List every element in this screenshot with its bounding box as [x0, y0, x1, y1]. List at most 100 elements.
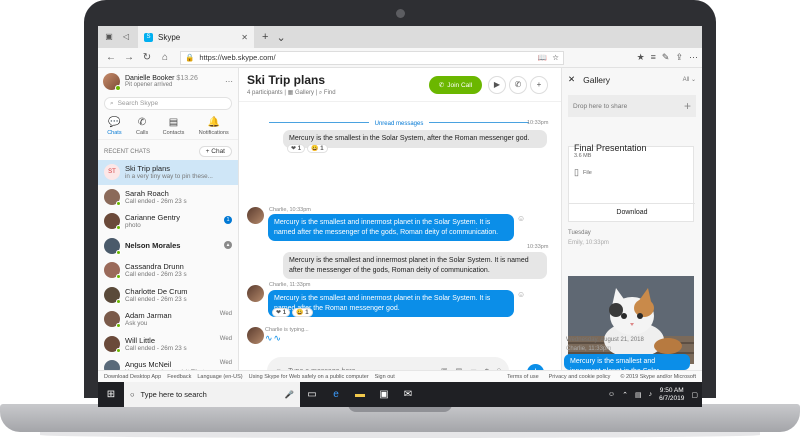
- chat-list-item[interactable]: Charlotte De Crum Call ended - 26m 23 s: [98, 283, 238, 308]
- tab-contacts[interactable]: ▤ Contacts: [163, 117, 185, 136]
- chat-name: Adam Jarman: [125, 311, 172, 321]
- avatar: [104, 311, 121, 329]
- chat-name: Will Little: [125, 335, 156, 345]
- find-link[interactable]: Find: [324, 90, 336, 96]
- smile-reaction[interactable]: 😀 1: [307, 144, 328, 153]
- profile[interactable]: Danielle Booker $13.26 Pit opener arrived…: [98, 68, 238, 95]
- store-icon[interactable]: ▣: [372, 389, 396, 400]
- taskbar-search-input[interactable]: ○ Type here to search 🎤: [124, 382, 300, 407]
- avatar[interactable]: [103, 73, 121, 91]
- file-card[interactable]: Final Presentation 3.6 MB ▯ File Download: [568, 143, 695, 222]
- sidebar: Danielle Booker $13.26 Pit opener arrived…: [98, 68, 239, 378]
- home-icon[interactable]: ⌂: [156, 52, 174, 63]
- video-call-icon[interactable]: ▶: [488, 76, 506, 94]
- search-input[interactable]: ⌕ Search Skype: [104, 97, 232, 110]
- footer-link[interactable]: Using Skype for Web safely on a public c…: [249, 374, 369, 380]
- reading-list-icon[interactable]: ≡: [651, 52, 656, 63]
- more-icon[interactable]: ⋯: [689, 52, 698, 63]
- footer-link[interactable]: Feedback: [167, 374, 191, 380]
- chat-list-item[interactable]: Carianne Gentry photo 1: [98, 209, 238, 234]
- reaction-icon[interactable]: ☺: [517, 290, 525, 299]
- participants-count[interactable]: 4 participants: [247, 90, 283, 96]
- share-icon[interactable]: ⇪: [675, 52, 683, 63]
- address-bar[interactable]: 🔒 https://web.skype.com/ 📖 ☆: [180, 50, 564, 65]
- heart-reaction[interactable]: ❤ 1: [287, 144, 306, 153]
- more-options-icon[interactable]: ⋯: [225, 77, 233, 86]
- avatar[interactable]: [247, 207, 264, 224]
- action-center-icon[interactable]: ▢: [691, 391, 698, 399]
- base-shadow: [40, 432, 760, 438]
- browser-navbar: ← → ↻ ⌂ 🔒 https://web.skype.com/ 📖 ☆ ★ ≡…: [98, 48, 702, 68]
- add-icon[interactable]: +: [684, 99, 691, 113]
- gallery-link[interactable]: Gallery: [295, 90, 314, 96]
- avatar[interactable]: [247, 285, 264, 302]
- chat-list-item[interactable]: Sarah Roach Call ended - 26m 23 s: [98, 185, 238, 210]
- credit-amount: $13.26: [176, 75, 198, 82]
- volume-icon[interactable]: ♪: [649, 391, 653, 398]
- call-icon[interactable]: ✆: [509, 76, 527, 94]
- footer-link[interactable]: Sign out: [375, 374, 395, 380]
- new-tab-button[interactable]: +: [262, 31, 268, 43]
- chat-list-item[interactable]: ST Ski Trip plans in a very tiny way to pi…: [98, 160, 238, 185]
- join-call-button[interactable]: ✆ Join Call: [429, 76, 482, 94]
- unread-label: Unread messages: [368, 121, 430, 127]
- gallery-title: Gallery: [583, 74, 611, 85]
- chat-name: Angus McNeil: [125, 360, 172, 370]
- microphone-icon[interactable]: 🎤: [285, 390, 294, 399]
- footer-link[interactable]: Privacy and cookie policy: [549, 374, 611, 380]
- join-call-label: Join Call: [447, 81, 473, 89]
- conversation-title[interactable]: Ski Trip plans: [247, 73, 553, 87]
- conversation-header: Ski Trip plans 4 participants | ▦ Galler…: [239, 68, 561, 102]
- footer-link[interactable]: Download Desktop App: [104, 374, 161, 380]
- chat-list-item[interactable]: Nelson Morales ▴: [98, 234, 238, 259]
- tab-notifications[interactable]: 🔔 Notifications: [199, 117, 229, 136]
- people-icon[interactable]: ☺: [608, 391, 615, 398]
- task-view-icon[interactable]: ▭: [300, 389, 324, 400]
- download-button[interactable]: Download: [569, 203, 695, 221]
- file-explorer-icon[interactable]: ▬: [348, 389, 372, 400]
- message-sender: Charlie, 11:33pm: [269, 282, 311, 288]
- edge-icon[interactable]: e: [324, 389, 348, 400]
- avatar: [104, 335, 121, 353]
- new-chat-button[interactable]: + Chat: [198, 146, 232, 157]
- notes-icon[interactable]: ✎: [662, 52, 670, 63]
- chat-list-item[interactable]: Adam Jarman Ask you Wed: [98, 307, 238, 332]
- back-icon[interactable]: ←: [102, 52, 120, 63]
- chat-list-item[interactable]: Cassandra Drunn Call ended - 26m 23 s: [98, 258, 238, 283]
- chevron-up-icon[interactable]: ⌃: [622, 391, 628, 399]
- heart-reaction[interactable]: ❤ 1: [272, 308, 291, 317]
- forward-icon[interactable]: →: [120, 52, 138, 63]
- clock[interactable]: 9:50 AM 6/7/2019: [659, 387, 684, 403]
- browser-tab[interactable]: S Skype ✕: [138, 26, 254, 48]
- tab-back-icon[interactable]: ◁: [120, 32, 132, 42]
- smile-reaction[interactable]: 😀 1: [292, 308, 313, 317]
- message-bubble[interactable]: Mercury is the smallest and innermost pl…: [564, 354, 690, 370]
- reactions[interactable]: ❤ 1 😀 1: [272, 308, 313, 317]
- chat-time: Wed: [219, 311, 232, 317]
- reading-view-icon[interactable]: 📖: [538, 53, 547, 62]
- gallery-icon: ▦: [287, 90, 294, 96]
- favorite-icon[interactable]: ☆: [552, 53, 559, 62]
- tab-calls[interactable]: ✆ Calls: [136, 117, 148, 136]
- chat-list-item[interactable]: Will Little Call ended - 26m 23 s Wed: [98, 332, 238, 357]
- footer-link[interactable]: Language (en-US): [197, 374, 242, 380]
- refresh-icon[interactable]: ↻: [138, 52, 156, 63]
- tab-preview-icon[interactable]: ▣: [103, 32, 115, 42]
- mail-icon[interactable]: ✉: [396, 389, 420, 400]
- reaction-icon[interactable]: ☺: [517, 214, 525, 223]
- gallery-filter-dropdown[interactable]: All ⌄: [683, 76, 696, 83]
- windows-start-icon[interactable]: ⊞: [98, 389, 124, 400]
- add-people-icon[interactable]: +: [530, 76, 548, 94]
- favorites-icon[interactable]: ★: [637, 52, 645, 63]
- network-icon[interactable]: ▤: [635, 391, 642, 399]
- footer-link[interactable]: Terms of use: [507, 374, 538, 380]
- tab-dropdown-icon[interactable]: ⌄: [276, 31, 285, 44]
- close-tab-icon[interactable]: ✕: [241, 33, 248, 42]
- reactions[interactable]: ❤ 1 😀 1: [287, 144, 328, 153]
- tab-chats[interactable]: 💬 Chats: [107, 117, 121, 136]
- message-bubble[interactable]: Mercury is the smallest and innermost pl…: [283, 252, 547, 279]
- drop-zone[interactable]: Drop here to share +: [568, 95, 696, 117]
- message-bubble[interactable]: Mercury is the smallest and innermost pl…: [268, 214, 514, 241]
- close-icon[interactable]: ✕: [568, 74, 575, 85]
- contacts-icon: ▤: [168, 117, 179, 128]
